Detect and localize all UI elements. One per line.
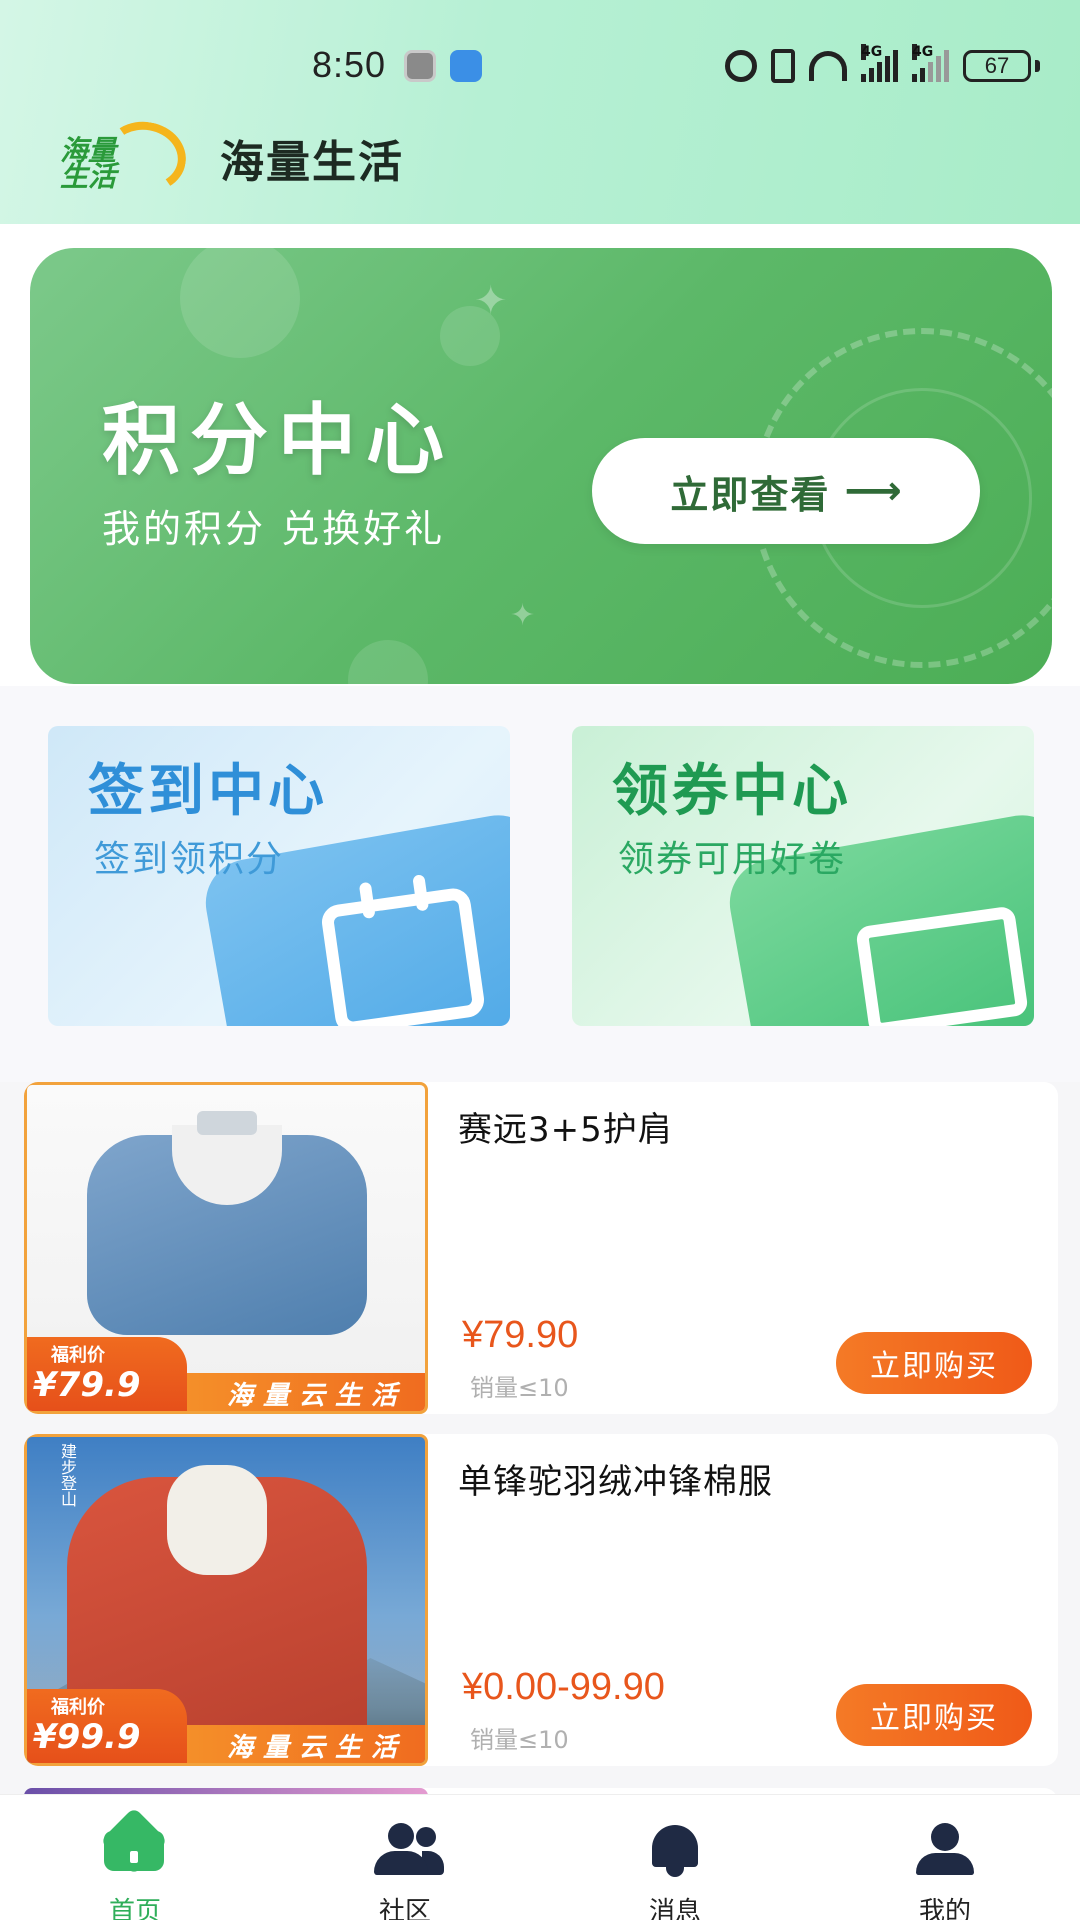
jacket-collar: [167, 1465, 267, 1575]
user-head: [931, 1823, 959, 1851]
product-image[interactable]: 建步登山 海量云生活 福利价 ¥99.9: [24, 1434, 428, 1766]
brand-strip: 海量云生活: [167, 1373, 425, 1411]
signin-card-subtitle: 签到领积分: [94, 839, 285, 880]
welfare-price-label: 福利价: [51, 1697, 105, 1718]
status-bar: 8:50 4G 4G 67: [0, 0, 1080, 130]
product-name: 赛远3+5护肩: [458, 1110, 673, 1150]
user-body: [916, 1853, 974, 1875]
tab-messages[interactable]: 消息: [540, 1795, 810, 1920]
brand: 海量生活 海量生活: [56, 115, 404, 199]
product-sales: 销量≤10: [470, 1726, 569, 1754]
user-icon: [914, 1823, 976, 1875]
brand-strip-text: 海量云生活: [227, 1733, 408, 1763]
person-head: [388, 1823, 414, 1849]
top-header: 8:50 4G 4G 67 海量生活 海量生活: [0, 0, 1080, 224]
coupon-card-title: 领券中心: [612, 759, 852, 824]
view-now-button[interactable]: 立即查看 ⟶: [592, 438, 980, 544]
tab-messages-label: 消息: [648, 1897, 701, 1920]
product-price: ¥79.90: [462, 1314, 579, 1356]
welfare-price-badge: 福利价 ¥79.9: [27, 1337, 187, 1411]
network-label-1: 4G: [861, 44, 883, 60]
banner-subtitle: 我的积分 兑换好礼: [102, 507, 446, 551]
tab-profile[interactable]: 我的: [810, 1795, 1080, 1920]
signin-center-card[interactable]: 签到中心 签到领积分: [48, 726, 510, 1026]
bottom-tab-bar: 首页 社区 消息 我的: [0, 1794, 1080, 1920]
arrow-right-icon: ⟶: [844, 468, 902, 514]
product-name: 单锋驼羽绒冲锋棉服: [458, 1462, 773, 1502]
tab-community-label: 社区: [378, 1897, 431, 1920]
coupon-center-card[interactable]: 领券中心 领券可用好卷: [572, 726, 1034, 1026]
brand-strip-text: 海量云生活: [227, 1381, 408, 1411]
decor-bubble: [348, 640, 428, 684]
person-head: [416, 1827, 436, 1847]
image-side-text: 建步登山: [58, 1443, 77, 1507]
browser-notification-icon: [450, 50, 482, 82]
price-tag-overlay: 海量云生活 福利价 ¥99.9: [27, 1689, 425, 1763]
calendar-icon: [319, 886, 487, 1026]
banner-title: 积分中心: [102, 396, 455, 486]
welfare-price-value: ¥79.9: [33, 1365, 141, 1405]
product-card[interactable]: 海量云生活 福利价 ¥79.9 赛远3+5护肩 ¥79.90 销量≤10 立即购…: [24, 1082, 1058, 1414]
brand-strip: 海量云生活: [167, 1725, 425, 1763]
home-door: [130, 1851, 138, 1863]
tab-profile-label: 我的: [918, 1897, 971, 1920]
banner-section: ✦ ✦ 积分中心 我的积分 兑换好礼 立即查看 ⟶: [0, 224, 1080, 686]
signal-icon-2: 4G: [912, 44, 949, 82]
status-indicators: 4G 4G 67: [725, 44, 1040, 86]
decor-bubble: [180, 248, 300, 358]
status-time: 8:50: [312, 44, 387, 85]
signin-card-title: 签到中心: [88, 759, 328, 824]
buy-now-button[interactable]: 立即购买: [836, 1332, 1032, 1394]
network-label-2: 4G: [912, 44, 934, 60]
app-logo: 海量生活: [56, 115, 192, 199]
hotspot-icon: [809, 51, 847, 81]
tab-home-label: 首页: [108, 1897, 161, 1920]
bell-clapper: [666, 1867, 684, 1877]
ticket-icon: [855, 905, 1029, 1026]
app-title: 海量生活: [220, 137, 404, 188]
welfare-price-value: ¥99.9: [33, 1717, 141, 1757]
logo-text: 海量生活: [60, 134, 117, 193]
vibrate-icon: [771, 49, 795, 83]
bell-body: [652, 1825, 698, 1867]
signal-icon-1: 4G: [861, 44, 898, 82]
sparkle-icon: ✦: [474, 278, 508, 324]
battery-tip: [1035, 60, 1040, 72]
person-body: [374, 1851, 428, 1875]
bell-icon: [644, 1823, 706, 1877]
battery-icon: 67: [963, 50, 1031, 82]
product-card[interactable]: 建步登山 海量云生活 福利价 ¥99.9 单锋驼羽绒冲锋棉服 ¥0.00-99.…: [24, 1434, 1058, 1766]
sparkle-icon: ✦: [510, 598, 536, 633]
welfare-price-label: 福利价: [51, 1345, 105, 1366]
coupon-card-subtitle: 领券可用好卷: [618, 839, 847, 880]
price-tag-overlay: 海量云生活 福利价 ¥79.9: [27, 1337, 425, 1411]
tab-community[interactable]: 社区: [270, 1795, 540, 1920]
welfare-price-badge: 福利价 ¥99.9: [27, 1689, 187, 1763]
community-icon: [374, 1823, 444, 1875]
tab-home[interactable]: 首页: [0, 1795, 270, 1920]
alarm-icon: [725, 50, 757, 82]
hanger: [197, 1111, 257, 1135]
product-price: ¥0.00-99.90: [462, 1666, 665, 1708]
feature-cards: 签到中心 签到领积分 领券中心 领券可用好卷: [0, 686, 1080, 1082]
buy-now-button[interactable]: 立即购买: [836, 1684, 1032, 1746]
view-now-label: 立即查看: [670, 472, 831, 517]
settings-notification-icon: [404, 50, 436, 82]
points-center-banner[interactable]: ✦ ✦ 积分中心 我的积分 兑换好礼 立即查看 ⟶: [30, 248, 1052, 684]
home-icon: [100, 1807, 168, 1875]
product-image[interactable]: 海量云生活 福利价 ¥79.9: [24, 1082, 428, 1414]
product-sales: 销量≤10: [470, 1374, 569, 1402]
